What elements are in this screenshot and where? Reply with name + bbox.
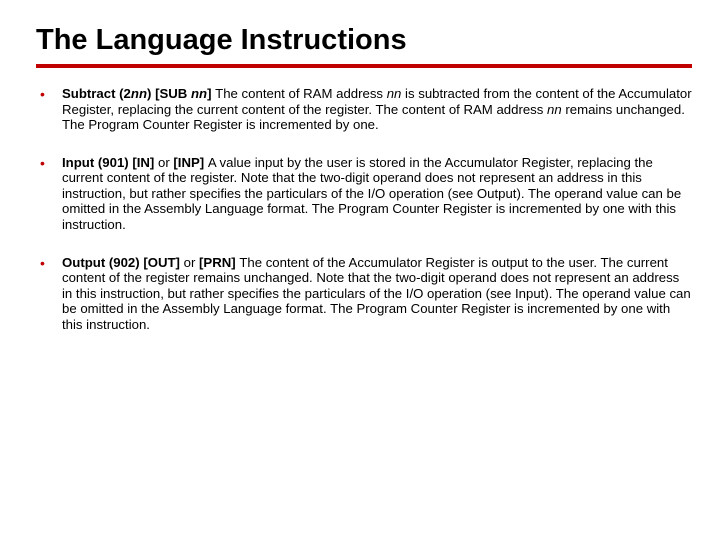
- item-lead-var: nn: [131, 86, 147, 101]
- bullet-list: Subtract (2nn) [SUB nn] The content of R…: [36, 86, 692, 333]
- title-rule: [36, 64, 692, 68]
- item-lead-mid: ) [SUB: [147, 86, 191, 101]
- slide: The Language Instructions Subtract (2nn)…: [0, 0, 720, 375]
- item-lead: Subtract (2: [62, 86, 131, 101]
- item-or: or: [158, 155, 170, 170]
- item-lead: Output (902) [OUT]: [62, 255, 184, 270]
- page-title: The Language Instructions: [36, 24, 692, 60]
- item-var: nn: [387, 86, 402, 101]
- item-text: The content of RAM address: [215, 86, 387, 101]
- item-lead-alt: [INP]: [170, 155, 208, 170]
- item-lead-alt: [PRN]: [195, 255, 239, 270]
- item-or: or: [184, 255, 196, 270]
- list-item: Input (901) [IN] or [INP] A value input …: [36, 155, 692, 233]
- list-item: Subtract (2nn) [SUB nn] The content of R…: [36, 86, 692, 133]
- item-lead-end: ]: [207, 86, 215, 101]
- list-item: Output (902) [OUT] or [PRN] The content …: [36, 255, 692, 333]
- item-lead-var: nn: [191, 86, 207, 101]
- item-var: nn: [547, 102, 562, 117]
- item-lead: Input (901) [IN]: [62, 155, 158, 170]
